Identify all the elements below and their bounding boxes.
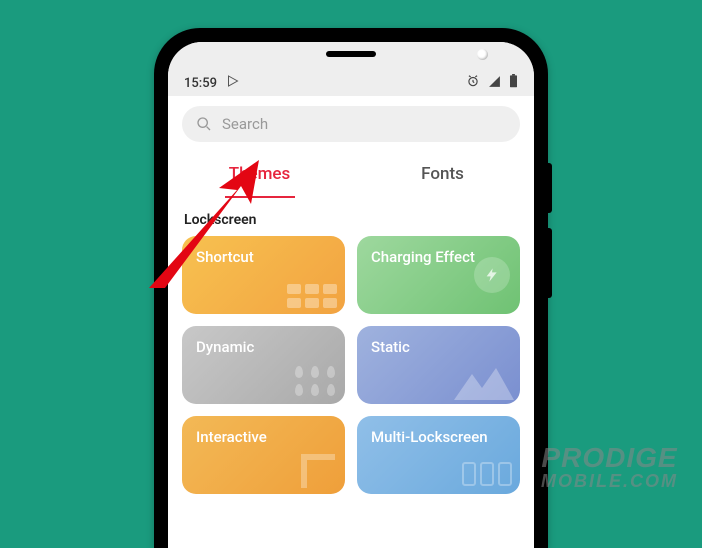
front-camera [477,49,488,60]
tab-fonts[interactable]: Fonts [351,150,534,198]
card-shortcut[interactable]: Shortcut [182,236,345,314]
screen: 15:59 Search [168,42,534,548]
watermark: PRODIGE MOBILE.COM [541,444,678,490]
status-bar: 15:59 [168,70,534,96]
battery-icon [509,74,518,92]
speaker-slot [326,51,376,57]
mountain-icon [454,364,514,404]
card-label: Dynamic [196,338,254,356]
card-dynamic[interactable]: Dynamic [182,326,345,404]
keyboard-icon [287,284,337,308]
card-multi-lockscreen[interactable]: Multi-Lockscreen [357,416,520,494]
card-label: Interactive [196,428,267,446]
tab-fonts-label: Fonts [421,164,464,184]
square-icon [301,454,335,488]
card-charging-effect[interactable]: Charging Effect [357,236,520,314]
card-interactive[interactable]: Interactive [182,416,345,494]
card-label: Static [371,338,410,356]
card-label: Charging Effect [371,248,475,266]
leaves-icon [295,366,337,396]
search-input[interactable]: Search [182,106,520,142]
signal-icon [488,75,501,92]
bolt-icon [474,257,510,293]
power-button [548,163,552,213]
status-time: 15:59 [184,76,217,91]
card-static[interactable]: Static [357,326,520,404]
search-placeholder: Search [222,115,268,133]
tabs: Themes Fonts [168,150,534,198]
phones-icon [462,462,512,486]
volume-button [548,228,552,298]
search-icon [196,116,212,132]
watermark-line2: MOBILE.COM [541,472,678,490]
search-container: Search [168,96,534,150]
notch-bar [168,42,534,70]
lockscreen-grid: Shortcut Charging Effect Dynamic Static [168,236,534,514]
section-title: Lockscreen [168,198,534,236]
alarm-icon [466,74,480,92]
phone-frame: 15:59 Search [154,28,548,548]
watermark-line1: PRODIGE [541,444,678,472]
play-store-icon [227,75,239,91]
card-label: Shortcut [196,248,254,266]
tab-themes-label: Themes [229,164,291,184]
tab-themes[interactable]: Themes [168,150,351,198]
card-label: Multi-Lockscreen [371,428,488,446]
